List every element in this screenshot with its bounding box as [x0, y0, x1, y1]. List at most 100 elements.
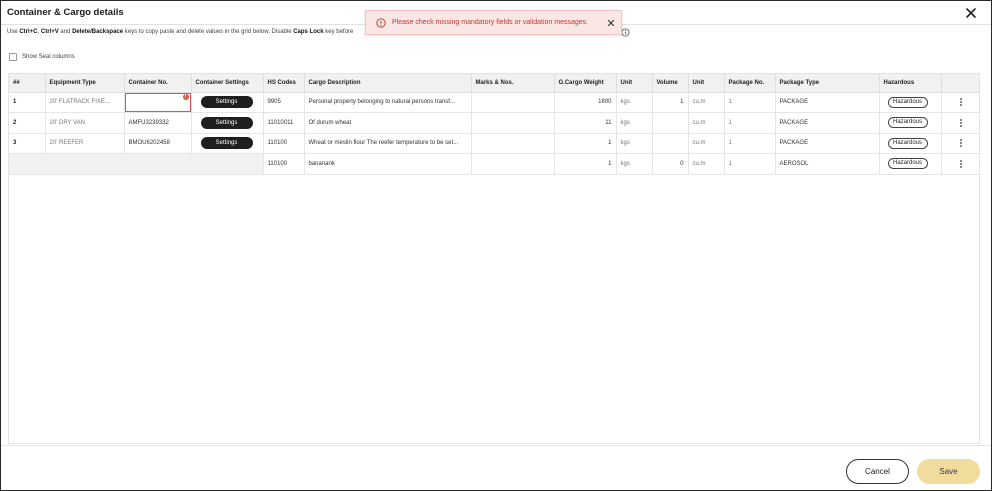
table-header-row: ## Equipment Type Container No. Containe… — [9, 74, 979, 93]
hazardous-button[interactable]: Hazardous — [887, 117, 928, 129]
hs-code-cell[interactable]: 110100 — [263, 153, 305, 175]
row-number: 2 — [9, 112, 46, 134]
error-outline — [124, 92, 190, 112]
cargo-description-cell[interactable]: Personal property belonging to natural p… — [304, 92, 472, 113]
volume-unit-cell[interactable]: cu.m — [688, 133, 725, 154]
col-header-num: ## — [9, 74, 46, 93]
col-header-package-no[interactable]: Package No. — [724, 74, 776, 93]
weight-unit-cell[interactable]: kgs — [616, 153, 653, 175]
gross-weight-cell[interactable]: 1 — [554, 133, 617, 154]
volume-cell[interactable]: 1 — [652, 92, 689, 113]
gross-weight-cell[interactable]: 11 — [554, 112, 617, 134]
gross-weight-cell[interactable]: 1 — [554, 153, 617, 175]
col-header-marks[interactable]: Marks & Nos. — [471, 74, 555, 93]
col-header-hs-codes[interactable]: HS Codes — [263, 74, 305, 93]
package-no-cell[interactable]: 1 — [724, 112, 776, 134]
hazardous-cell: Hazardous — [879, 133, 942, 154]
volume-cell[interactable] — [652, 112, 689, 134]
row-number: 3 — [9, 133, 46, 154]
weight-unit-cell[interactable]: kgs — [616, 112, 653, 134]
col-header-volume[interactable]: Volume — [652, 74, 689, 93]
grid-instructions: Use Ctrl+C, Ctrl+V and Delete/Backspace … — [7, 29, 354, 35]
save-button[interactable]: Save — [917, 459, 980, 484]
container-no-cell[interactable]: AMFU3239332 — [124, 112, 192, 134]
package-type-cell[interactable]: PACKAGE — [775, 92, 880, 113]
settings-button[interactable]: Settings — [200, 116, 253, 129]
more-vertical-icon[interactable] — [956, 118, 966, 128]
more-vertical-icon[interactable] — [956, 97, 966, 107]
package-no-cell[interactable]: 1 — [724, 153, 776, 175]
package-type-cell[interactable]: AEROSOL — [775, 153, 880, 175]
cargo-description-cell[interactable]: bananank — [304, 153, 472, 175]
weight-unit-cell[interactable]: kgs — [616, 92, 653, 113]
marks-cell[interactable] — [471, 133, 555, 154]
settings-button[interactable]: Settings — [200, 137, 253, 150]
col-header-container-settings[interactable]: Container Settings — [191, 74, 264, 93]
cargo-description-cell[interactable]: Wheat or meslin flour The reefer tempera… — [304, 133, 472, 154]
col-header-actions — [941, 74, 979, 93]
hazardous-button[interactable]: Hazardous — [887, 158, 928, 170]
equipment-type-cell[interactable]: 20' REEFER — [45, 133, 125, 154]
package-no-cell[interactable]: 1 — [724, 133, 776, 154]
volume-unit-cell[interactable]: cu.m — [688, 92, 725, 113]
volume-cell[interactable]: 0 — [652, 153, 689, 175]
cargo-table: ## Equipment Type Container No. Containe… — [9, 74, 979, 175]
volume-unit-cell[interactable]: cu.m — [688, 112, 725, 134]
container-no-cell[interactable]: BMOU6202458 — [124, 133, 192, 154]
cancel-button[interactable]: Cancel — [846, 459, 909, 484]
hs-code-cell[interactable]: 110100 — [263, 133, 305, 154]
show-seal-columns: Show Seal columns — [9, 52, 75, 62]
toast-close-icon[interactable] — [606, 18, 616, 28]
volume-unit-cell[interactable]: cu.m — [688, 153, 725, 175]
col-header-package-type[interactable]: Package Type — [775, 74, 880, 93]
more-vertical-icon[interactable] — [956, 159, 966, 169]
actions-cell — [941, 133, 979, 154]
gross-weight-cell[interactable]: 1800 — [554, 92, 617, 113]
col-header-container-no[interactable]: Container No. — [124, 74, 192, 93]
hazardous-button[interactable]: Hazardous — [887, 137, 928, 149]
more-vertical-icon[interactable] — [956, 138, 966, 148]
show-seal-checkbox[interactable] — [9, 53, 17, 61]
toast-message: Please check missing mandatory fields or… — [392, 19, 589, 26]
merged-container-cell — [9, 153, 264, 175]
container-settings-cell: Settings — [191, 133, 264, 154]
weight-unit-cell[interactable]: kgs — [616, 133, 653, 154]
table-row: 2 20' DRY VAN AMFU3239332 Settings 11010… — [9, 112, 979, 134]
table-row: 1 20' FLATRACK FIXE... ! Settings 9905 P… — [9, 92, 979, 113]
package-type-cell[interactable]: PACKAGE — [775, 112, 880, 134]
marks-cell[interactable] — [471, 112, 555, 134]
container-cargo-dialog: Container & Cargo details Use Ctrl+C, Ct… — [0, 0, 992, 491]
footer-divider — [1, 445, 991, 446]
volume-cell[interactable] — [652, 133, 689, 154]
package-no-cell[interactable]: 1 — [724, 92, 776, 113]
close-icon[interactable] — [963, 5, 979, 21]
col-header-volume-unit[interactable]: Unit — [688, 74, 725, 93]
col-header-equipment-type[interactable]: Equipment Type — [45, 74, 125, 93]
col-header-gross-weight[interactable]: G.Cargo Weight — [554, 74, 617, 93]
validation-toast: Please check missing mandatory fields or… — [365, 10, 622, 35]
marks-cell[interactable] — [471, 92, 555, 113]
container-no-cell-error[interactable]: ! — [124, 92, 192, 113]
error-icon: ! — [182, 93, 189, 100]
equipment-type-cell[interactable]: 20' DRY VAN — [45, 112, 125, 134]
hazardous-button[interactable]: Hazardous — [887, 96, 928, 108]
col-header-hazardous[interactable]: Hazardous — [879, 74, 942, 93]
col-header-cargo-description[interactable]: Cargo Description — [304, 74, 472, 93]
container-settings-cell: Settings — [191, 112, 264, 134]
dialog-title: Container & Cargo details — [7, 7, 124, 18]
cargo-description-cell[interactable]: Of durum wheat — [304, 112, 472, 134]
settings-button[interactable]: Settings — [200, 96, 253, 109]
hazardous-cell: Hazardous — [879, 153, 942, 175]
show-seal-label: Show Seal columns — [22, 54, 75, 60]
info-icon[interactable] — [621, 28, 630, 37]
container-settings-cell: Settings — [191, 92, 264, 113]
marks-cell[interactable] — [471, 153, 555, 175]
hazardous-cell: Hazardous — [879, 92, 942, 113]
actions-cell — [941, 112, 979, 134]
hs-code-cell[interactable]: 9905 — [263, 92, 305, 113]
equipment-type-cell[interactable]: 20' FLATRACK FIXE... — [45, 92, 125, 113]
alert-circle-icon — [376, 18, 386, 28]
col-header-weight-unit[interactable]: Unit — [616, 74, 653, 93]
package-type-cell[interactable]: PACKAGE — [775, 133, 880, 154]
hs-code-cell[interactable]: 11010011 — [263, 112, 305, 134]
